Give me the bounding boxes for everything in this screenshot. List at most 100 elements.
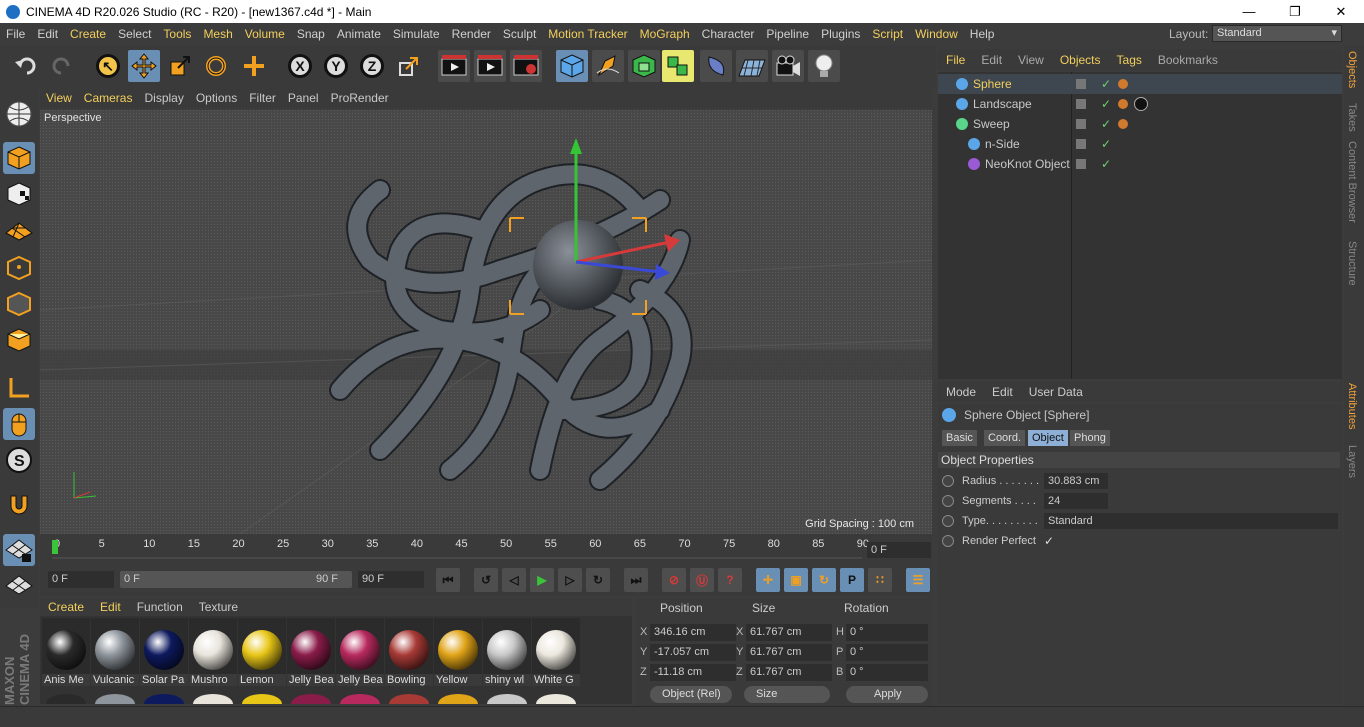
menu-script[interactable]: Script bbox=[866, 27, 909, 41]
viewport-menu-view[interactable]: View bbox=[40, 91, 78, 105]
object-menu-file[interactable]: File bbox=[938, 53, 973, 67]
menu-tools[interactable]: Tools bbox=[157, 27, 197, 41]
menu-simulate[interactable]: Simulate bbox=[387, 27, 446, 41]
points-mode-button[interactable] bbox=[3, 252, 35, 284]
material-preview-ball[interactable] bbox=[536, 694, 576, 704]
render-view-button[interactable] bbox=[438, 50, 470, 82]
enabled-check-icon[interactable]: ✓ bbox=[1101, 117, 1111, 131]
material-swatch[interactable]: Yellow bbox=[434, 618, 482, 686]
record-scale-button[interactable]: ▣ bbox=[784, 568, 808, 592]
array-object-button[interactable] bbox=[662, 50, 694, 82]
record-keys-button[interactable]: ⊘ bbox=[662, 568, 686, 592]
object-menu-edit[interactable]: Edit bbox=[973, 53, 1010, 67]
edges-mode-button[interactable] bbox=[3, 288, 35, 320]
viewport-menu-cameras[interactable]: Cameras bbox=[78, 91, 139, 105]
previous-key-button[interactable]: ↺ bbox=[474, 568, 498, 592]
render-settings-button[interactable] bbox=[510, 50, 542, 82]
material-tag-icon[interactable] bbox=[1134, 97, 1148, 111]
play-button[interactable]: ▶ bbox=[530, 568, 554, 592]
attr-tab-object[interactable]: Object bbox=[1028, 430, 1068, 446]
render-picture-viewer-button[interactable] bbox=[474, 50, 506, 82]
material-preview-ball[interactable] bbox=[95, 694, 135, 704]
position-z-field[interactable]: -11.18 cm bbox=[650, 664, 736, 681]
layer-icon[interactable] bbox=[1076, 119, 1086, 129]
scale-tool[interactable] bbox=[164, 50, 196, 82]
enabled-check-icon[interactable]: ✓ bbox=[1101, 137, 1111, 151]
viewport-menu-options[interactable]: Options bbox=[190, 91, 243, 105]
axis-mode-button[interactable] bbox=[3, 372, 35, 404]
material-preview-ball[interactable] bbox=[193, 694, 233, 704]
z-axis-lock-button[interactable]: Z bbox=[356, 50, 388, 82]
live-selection-tool[interactable]: ↖ bbox=[92, 50, 124, 82]
light-object-button[interactable] bbox=[808, 50, 840, 82]
current-frame-field[interactable]: 0 F bbox=[867, 542, 931, 558]
record-rotation-button[interactable]: ↻ bbox=[812, 568, 836, 592]
apply-button[interactable]: Apply bbox=[846, 686, 928, 703]
perspective-viewport[interactable]: Perspective Grid Spacing : 100 cm bbox=[40, 110, 932, 534]
menu-snap[interactable]: Snap bbox=[291, 27, 331, 41]
viewport-menu-display[interactable]: Display bbox=[138, 91, 189, 105]
object-row-n-side[interactable]: n-Side ✓ bbox=[938, 134, 1342, 154]
previous-frame-button[interactable]: ◁ bbox=[502, 568, 526, 592]
enabled-check-icon[interactable]: ✓ bbox=[1101, 157, 1111, 171]
material-menu-function[interactable]: Function bbox=[129, 600, 191, 614]
start-frame-field[interactable]: 0 F bbox=[48, 571, 114, 588]
layer-icon[interactable] bbox=[1076, 139, 1086, 149]
move-tool[interactable] bbox=[128, 50, 160, 82]
attribute-menu-mode[interactable]: Mode bbox=[938, 385, 984, 399]
material-swatch[interactable]: shiny wl bbox=[483, 618, 531, 686]
attr-tab-phong[interactable]: Phong bbox=[1070, 430, 1110, 446]
menu-volume[interactable]: Volume bbox=[239, 27, 291, 41]
object-menu-view[interactable]: View bbox=[1010, 53, 1052, 67]
layer-icon[interactable] bbox=[1076, 99, 1086, 109]
coordinate-mode-select[interactable]: Object (Rel) bbox=[650, 686, 732, 703]
material-preview-ball[interactable] bbox=[46, 694, 86, 704]
side-tab-takes[interactable]: Takes bbox=[1346, 103, 1358, 132]
playhead[interactable] bbox=[52, 540, 58, 554]
rotation-b-field[interactable]: 0 ° bbox=[846, 664, 928, 681]
viewport-menu-panel[interactable]: Panel bbox=[282, 91, 325, 105]
magnet-snap-button[interactable] bbox=[3, 488, 35, 520]
keyframe-selection-button[interactable]: ? bbox=[718, 568, 742, 592]
phong-tag-icon[interactable] bbox=[1118, 119, 1128, 129]
enabled-check-icon[interactable]: ✓ bbox=[1101, 97, 1111, 111]
x-axis-lock-button[interactable]: X bbox=[284, 50, 316, 82]
size-z-field[interactable]: 61.767 cm bbox=[746, 664, 832, 681]
position-x-field[interactable]: 346.16 cm bbox=[650, 624, 736, 641]
property-type-field[interactable]: Standard bbox=[1044, 513, 1338, 529]
material-preview-ball[interactable] bbox=[144, 694, 184, 704]
animation-radio[interactable] bbox=[942, 515, 954, 527]
size-mode-select[interactable]: Size bbox=[744, 686, 830, 703]
undo-button[interactable] bbox=[10, 50, 42, 82]
next-frame-button[interactable]: ▷ bbox=[558, 568, 582, 592]
viewport-menu-prorender[interactable]: ProRender bbox=[325, 91, 395, 105]
menu-help[interactable]: Help bbox=[964, 27, 1001, 41]
attr-tab-coord[interactable]: Coord. bbox=[984, 430, 1026, 446]
enabled-check-icon[interactable]: ✓ bbox=[1101, 77, 1111, 91]
timeline-button[interactable]: ☰ bbox=[906, 568, 930, 592]
redo-button[interactable] bbox=[46, 50, 78, 82]
camera-object-button[interactable] bbox=[772, 50, 804, 82]
snap-button[interactable]: S bbox=[3, 444, 35, 476]
pen-spline-button[interactable] bbox=[592, 50, 624, 82]
object-row-neoknot-object[interactable]: NeoKnot Object ✓ bbox=[938, 154, 1342, 174]
render-perfect-checkbox[interactable]: ✓ bbox=[1044, 534, 1054, 548]
material-preview-ball[interactable] bbox=[242, 694, 282, 704]
timeline-ruler[interactable]: 051015202530354045505560657075808590 0 F bbox=[40, 534, 932, 564]
menu-file[interactable]: File bbox=[0, 27, 31, 41]
maximize-button[interactable]: ❐ bbox=[1272, 0, 1318, 23]
model-mode-button[interactable] bbox=[3, 142, 35, 174]
texture-mode-button[interactable] bbox=[3, 178, 35, 210]
property-segments-field[interactable]: 24 bbox=[1044, 493, 1108, 509]
attribute-menu-edit[interactable]: Edit bbox=[984, 385, 1021, 399]
rotation-p-field[interactable]: 0 ° bbox=[846, 644, 928, 661]
record-point-level-button[interactable]: ∷ bbox=[868, 568, 892, 592]
y-axis-lock-button[interactable]: Y bbox=[320, 50, 352, 82]
menu-character[interactable]: Character bbox=[696, 27, 761, 41]
deformer-button[interactable] bbox=[700, 50, 732, 82]
minimize-button[interactable]: — bbox=[1226, 0, 1272, 23]
material-swatch[interactable]: Jelly Bea bbox=[336, 618, 384, 686]
layer-icon[interactable] bbox=[1076, 159, 1086, 169]
material-preview-ball[interactable] bbox=[487, 694, 527, 704]
side-tab-attributes[interactable]: Attributes bbox=[1346, 383, 1358, 429]
